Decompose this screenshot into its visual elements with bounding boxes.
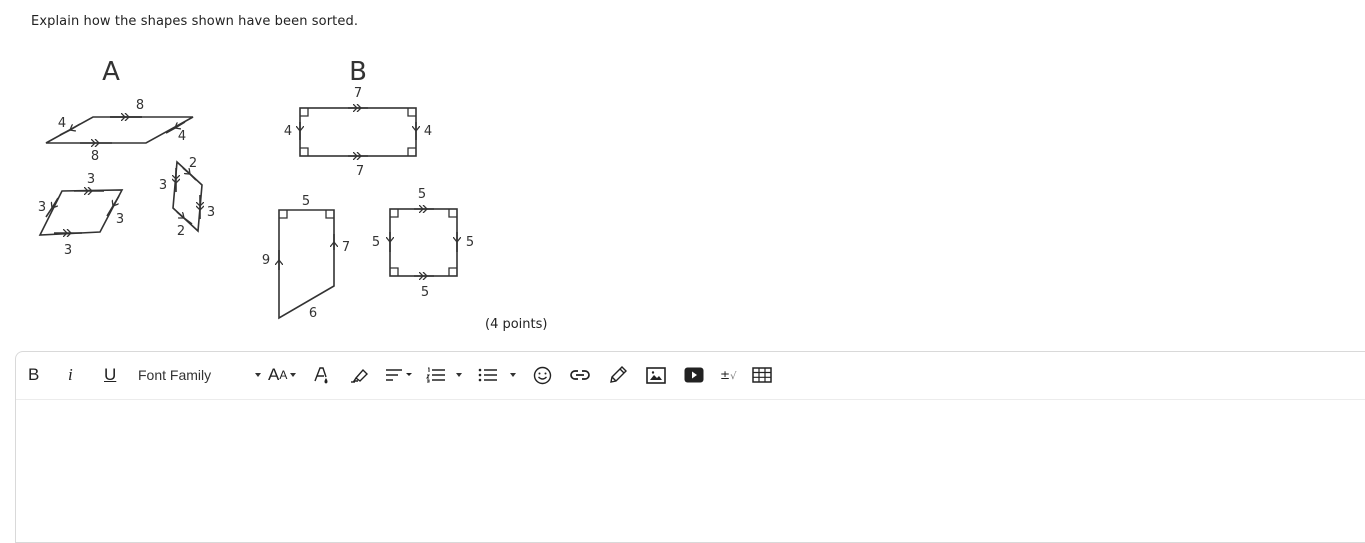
font-family-dropdown-caret[interactable]	[255, 364, 261, 386]
highlighter-icon	[351, 368, 368, 383]
side-label: 7	[356, 164, 364, 179]
shape-parallelogram-narrow	[173, 160, 202, 233]
side-label: 4	[178, 129, 186, 144]
rich-text-editor: B i U Font Family AA ±√	[15, 351, 1365, 543]
points-label: (4 points)	[485, 317, 548, 332]
editor-content-area[interactable]	[16, 400, 1365, 540]
math-icon: ±√	[720, 368, 737, 382]
ordered-list-button[interactable]	[426, 364, 446, 386]
text-color-icon	[314, 367, 328, 384]
side-label: 3	[207, 205, 215, 220]
image-icon	[646, 366, 666, 384]
link-icon	[570, 370, 590, 380]
side-label: 3	[38, 200, 46, 215]
unordered-list-icon	[478, 368, 497, 382]
font-family-label: Font Family	[138, 367, 212, 383]
font-size-icon-small: A	[279, 368, 288, 382]
underline-button[interactable]: U	[104, 364, 116, 386]
shape-rectangle	[300, 108, 416, 156]
question-prompt: Explain how the shapes shown have been s…	[31, 14, 359, 29]
shape-rhombus	[38, 190, 124, 235]
shape-parallelogram-large	[45, 117, 194, 143]
side-label: 4	[284, 124, 292, 139]
side-label: 3	[87, 172, 95, 187]
image-button[interactable]	[646, 364, 666, 386]
side-label: 4	[424, 124, 432, 139]
side-label: 5	[418, 187, 426, 202]
side-label: 2	[189, 156, 197, 171]
bold-button[interactable]: B	[28, 364, 39, 386]
math-button[interactable]: ±√	[720, 364, 736, 386]
align-left-icon	[386, 369, 412, 381]
unordered-list-button[interactable]	[478, 364, 498, 386]
font-size-button[interactable]: AA	[268, 364, 297, 386]
side-label: 6	[309, 306, 317, 321]
editor-toolbar: B i U Font Family AA ±√	[16, 352, 1365, 400]
link-button[interactable]	[569, 364, 591, 386]
text-color-button[interactable]	[313, 364, 331, 386]
emoji-icon	[533, 366, 552, 384]
side-label: 8	[136, 98, 144, 113]
side-label: 7	[354, 86, 362, 101]
align-button[interactable]	[385, 364, 415, 386]
side-label: 5	[421, 285, 429, 300]
ordered-list-icon	[426, 367, 445, 383]
group-b-label: B	[349, 57, 367, 87]
emoji-button[interactable]	[533, 364, 552, 386]
draw-button[interactable]	[608, 364, 628, 386]
side-label: 5	[466, 235, 474, 250]
unordered-list-dropdown[interactable]	[510, 364, 516, 386]
shape-square	[390, 209, 457, 276]
side-label: 9	[262, 253, 270, 268]
side-label: 2	[177, 224, 185, 239]
group-a-label: A	[102, 57, 120, 87]
side-label: 5	[372, 235, 380, 250]
ordered-list-dropdown[interactable]	[456, 364, 462, 386]
side-label: 3	[116, 212, 124, 227]
side-label: 3	[159, 178, 167, 193]
font-size-icon: A	[268, 365, 280, 384]
chevron-down-icon	[290, 373, 297, 377]
shapes-figure: A B 8 4 4 8 3 3 3 3 2 3 3 2 7 4 4 7 5 9 …	[20, 45, 500, 335]
side-label: 3	[64, 243, 72, 258]
chevron-down-icon	[510, 373, 516, 377]
table-icon	[752, 367, 772, 383]
font-family-select[interactable]: Font Family	[138, 364, 268, 386]
chevron-down-icon	[255, 373, 261, 377]
shape-trapezoid	[279, 209, 334, 320]
side-label: 5	[302, 194, 310, 209]
video-button[interactable]	[684, 364, 704, 386]
side-label: 8	[91, 149, 99, 164]
side-label: 7	[342, 240, 350, 255]
chevron-down-icon	[456, 373, 462, 377]
table-button[interactable]	[752, 364, 772, 386]
video-icon	[684, 367, 704, 383]
shapes-svg: A B 8 4 4 8 3 3 3 3 2 3 3 2 7 4 4 7 5 9 …	[38, 57, 474, 321]
italic-button[interactable]: i	[68, 364, 73, 386]
pencil-icon	[610, 366, 627, 383]
highlight-button[interactable]	[350, 364, 370, 386]
side-label: 4	[58, 116, 66, 131]
